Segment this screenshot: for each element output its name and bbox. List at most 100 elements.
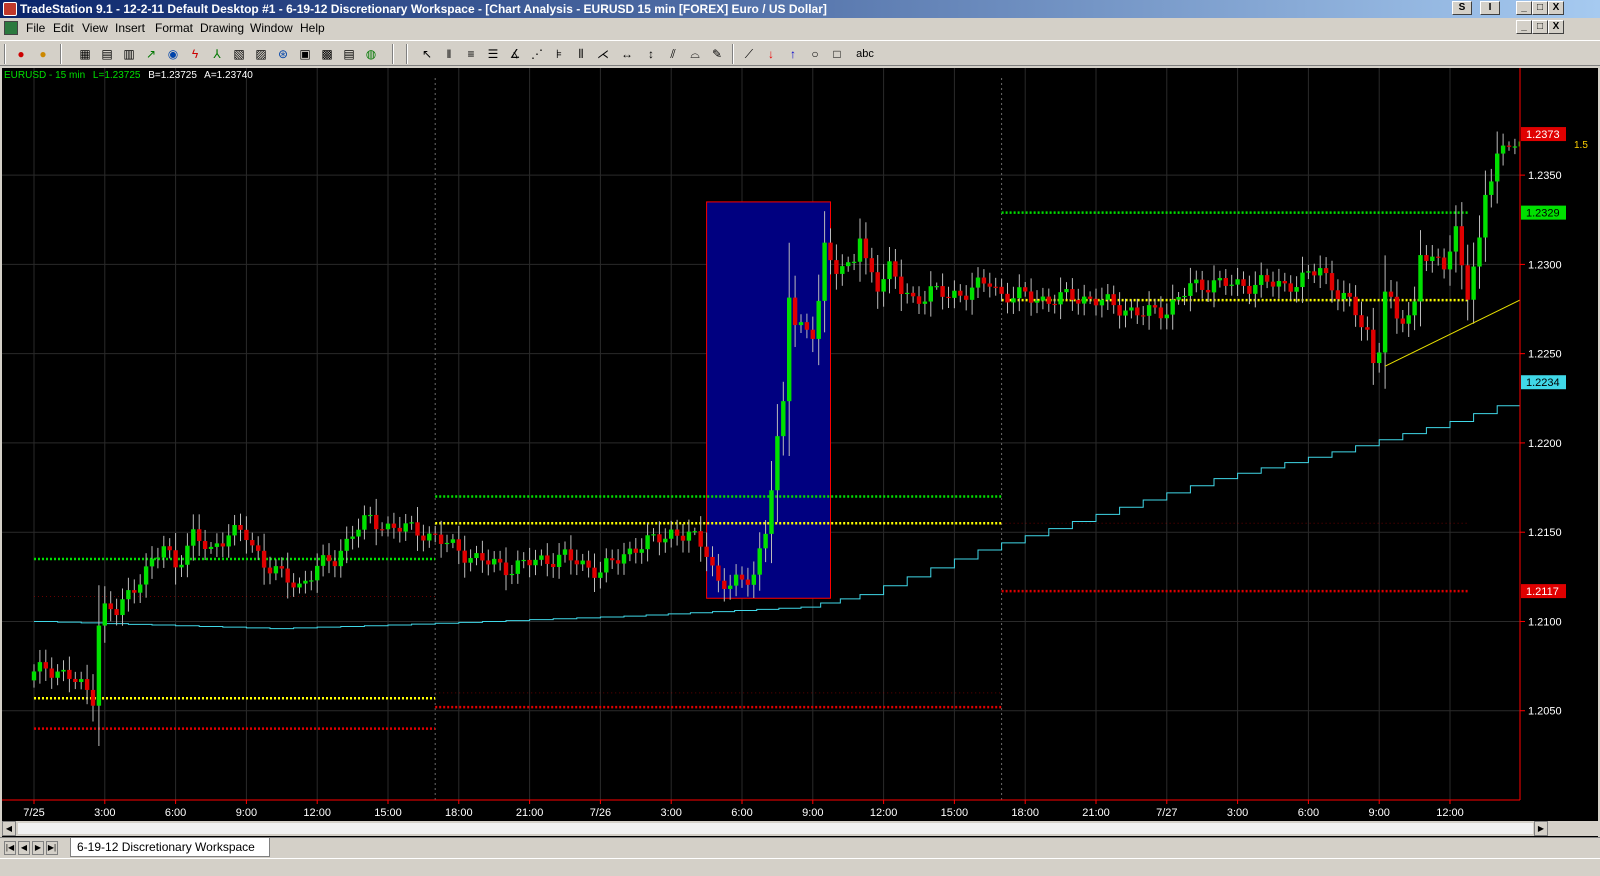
vertical-line-icon[interactable]: ‖ [440, 45, 458, 63]
document-icon[interactable] [4, 21, 18, 35]
candle-down [869, 258, 874, 273]
cycle-lines-icon[interactable]: ⦀ [572, 45, 590, 63]
insert-analysis-icon[interactable]: ● [12, 45, 30, 63]
candle-up [787, 297, 792, 402]
horizontal-scrollbar[interactable]: ◀ ▶ [2, 821, 1598, 836]
next-tab-button[interactable]: ▶ [32, 841, 44, 855]
price-chart[interactable]: 1.2350 1.2300 1.2250 1.2200 1.2150 1.2100 1.20… [2, 68, 1600, 820]
line-chart-icon[interactable]: ▥ [120, 45, 138, 63]
scroll-right-arrow-icon[interactable]: ▶ [1534, 821, 1548, 836]
menu-format[interactable]: Format [155, 21, 193, 35]
fib-time-icon[interactable]: ⊧ [550, 45, 568, 63]
candle-chart-icon[interactable]: ▤ [98, 45, 116, 63]
info-button[interactable]: I [1480, 1, 1500, 15]
candle-up [191, 529, 196, 546]
candle-up [969, 287, 975, 300]
trendline-icon[interactable]: ⟋ [740, 45, 758, 63]
matrix-icon[interactable]: ▨ [252, 45, 270, 63]
grid-icon[interactable]: ▩ [318, 45, 336, 63]
format-analysis-icon[interactable]: ● [34, 45, 52, 63]
menu-drawing[interactable]: Drawing [200, 21, 244, 35]
time-tick-label: 18:00 [1011, 807, 1039, 819]
down-arrow-icon[interactable]: ↓ [762, 45, 780, 63]
candle-down [1347, 292, 1352, 297]
candle-down [1152, 305, 1158, 308]
menu-edit[interactable]: Edit [53, 21, 74, 35]
candle-down [657, 534, 662, 543]
candle-up [816, 300, 821, 339]
workspace-tab[interactable]: 6-19-12 Discretionary Workspace [70, 838, 270, 857]
candle-down [1093, 298, 1099, 306]
candle-up [627, 548, 633, 555]
options-icon[interactable]: ⊛ [274, 45, 292, 63]
symbol-link-button[interactable]: S [1452, 1, 1472, 15]
gann-fan-icon[interactable]: ⋰ [528, 45, 546, 63]
speed-lines-icon[interactable]: ∡ [506, 45, 524, 63]
text-tool-icon[interactable]: abc [852, 45, 878, 63]
ellipse-icon[interactable]: ○ [806, 45, 824, 63]
candle-up [1194, 279, 1199, 284]
candle-down [173, 550, 178, 568]
rectangle-icon[interactable]: □ [828, 45, 846, 63]
lightning-icon[interactable]: ϟ [186, 45, 204, 63]
menu-file[interactable]: File [26, 21, 45, 35]
globe-icon[interactable]: ◉ [164, 45, 182, 63]
candle-up [928, 286, 933, 302]
bar-chart-icon[interactable]: ▦ [76, 45, 94, 63]
candle-up [1235, 279, 1240, 285]
scroll-left-arrow-icon[interactable]: ◀ [2, 821, 16, 836]
menu-insert[interactable]: Insert [115, 21, 145, 35]
fibonacci-icon[interactable]: ☰ [484, 45, 502, 63]
horizontal-line-icon[interactable]: ≡ [462, 45, 480, 63]
child-restore-button[interactable]: □ [1532, 20, 1548, 34]
chart-area[interactable]: 1.2350 1.2300 1.2250 1.2200 1.2150 1.2100 1.20… [2, 68, 1600, 840]
andrews-pitchfork-icon[interactable]: ⋌ [594, 45, 612, 63]
candle-up [1040, 296, 1046, 301]
candle-up [1058, 292, 1063, 305]
pencil-icon[interactable]: ✎ [708, 45, 726, 63]
vertical-arrow-icon[interactable]: ↕ [642, 45, 660, 63]
menu-help[interactable]: Help [300, 21, 325, 35]
menu-view[interactable]: View [82, 21, 108, 35]
candle-down [1465, 265, 1470, 300]
pointer-icon[interactable]: ↖ [418, 45, 436, 63]
restore-button[interactable]: □ [1532, 1, 1548, 15]
prev-tab-button[interactable]: ◀ [18, 841, 30, 855]
horizontal-arrow-icon[interactable]: ↔ [618, 45, 636, 63]
candle-up [881, 279, 886, 292]
minimize-button[interactable]: _ [1516, 1, 1532, 15]
report-icon[interactable]: ▤ [340, 45, 358, 63]
candle-up [126, 590, 131, 600]
candle-up [692, 531, 697, 533]
menu-window[interactable]: Window [250, 21, 293, 35]
child-minimize-button[interactable]: _ [1516, 20, 1532, 34]
candle-up [185, 545, 190, 565]
parallel-lines-icon[interactable]: ⫽ [664, 45, 682, 63]
candle-up [368, 514, 373, 517]
candle-up [1412, 301, 1417, 316]
first-tab-button[interactable]: |◀ [4, 841, 16, 855]
candle-up [781, 401, 786, 437]
candle-down [1323, 268, 1329, 274]
indicator-icon[interactable]: ↗ [142, 45, 160, 63]
web-icon[interactable]: ◍ [362, 45, 380, 63]
time-tick-label: 7/25 [23, 807, 44, 819]
candle-up [120, 599, 125, 616]
candle-down [1241, 279, 1246, 286]
close-button[interactable]: X [1548, 1, 1564, 15]
candle-down [250, 540, 255, 546]
scroll-track[interactable] [18, 823, 1533, 834]
up-arrow-icon[interactable]: ↑ [784, 45, 802, 63]
candle-down [438, 534, 444, 544]
candle-up [1064, 289, 1069, 293]
candle-up [515, 560, 520, 574]
child-close-button[interactable]: X [1548, 20, 1564, 34]
toolbar-separator [60, 44, 62, 64]
title-bar: TradeStation 9.1 - 12-2-11 Default Deskt… [0, 0, 1600, 18]
last-tab-button[interactable]: ▶| [46, 841, 58, 855]
arc-icon[interactable]: ⌓ [686, 45, 704, 63]
strategy-icon[interactable]: ⅄ [208, 45, 226, 63]
candle-down [1158, 307, 1164, 319]
scanner-icon[interactable]: ▣ [296, 45, 314, 63]
radar-icon[interactable]: ▧ [230, 45, 248, 63]
